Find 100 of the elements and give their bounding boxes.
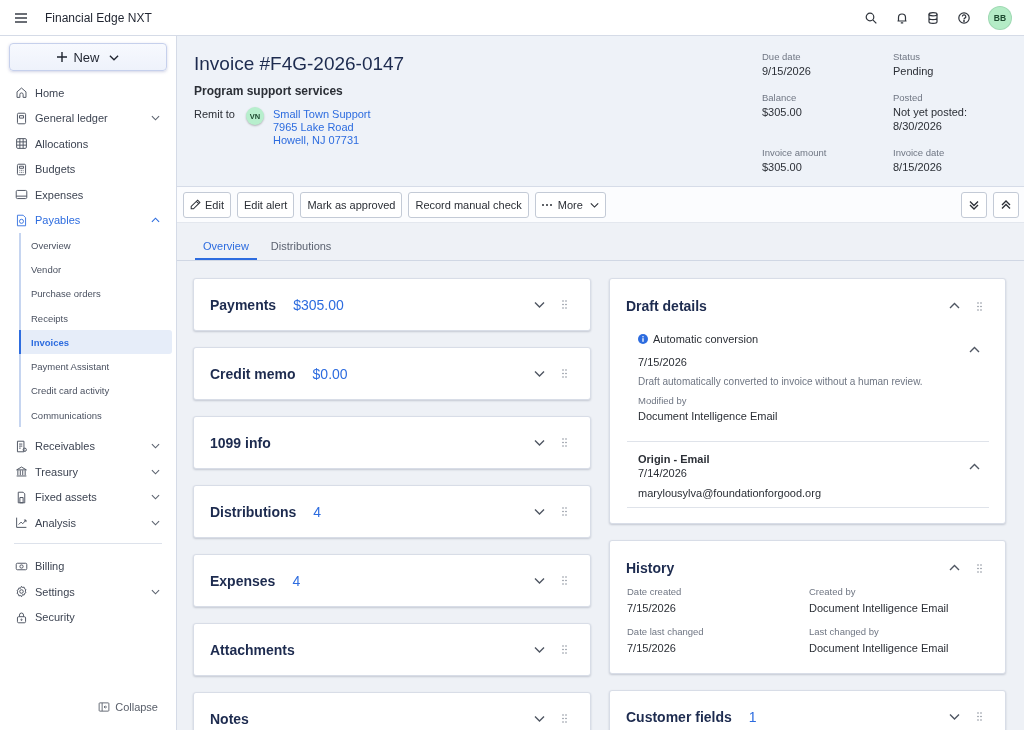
nav-item[interactable]: Home	[0, 80, 176, 106]
entry-date: 7/14/2026	[638, 466, 688, 480]
tab[interactable]: Overview	[195, 240, 257, 260]
card-value: 4	[313, 503, 322, 520]
sub-nav-item[interactable]: Overview	[19, 233, 172, 258]
pencil-icon	[190, 199, 201, 210]
card-title: 1099 info	[210, 434, 271, 451]
chevron-down-icon[interactable]	[949, 712, 960, 721]
caret-icon	[108, 53, 119, 61]
entry-label: Modified by	[638, 395, 688, 407]
lock-icon	[15, 610, 28, 624]
nav-item[interactable]: Security	[0, 604, 176, 630]
card-title: Distributions	[210, 503, 297, 520]
invoice-description: Program support services	[194, 83, 344, 100]
nav-item[interactable]: Payables	[0, 207, 176, 233]
field-value: Document Intelligence Email	[809, 601, 950, 615]
toolbar-button[interactable]: More	[534, 191, 606, 218]
chevron-down-icon[interactable]	[534, 576, 545, 585]
tab[interactable]: Distributions	[262, 240, 340, 260]
chevron-up-icon[interactable]	[949, 564, 960, 572]
chevron-down-icon[interactable]	[534, 714, 545, 723]
card-title: History	[626, 560, 675, 576]
field-label: Balance	[762, 91, 798, 104]
drag-handle-icon[interactable]	[562, 300, 567, 309]
grid-icon	[15, 137, 28, 151]
sub-nav-item[interactable]: Vendor	[19, 257, 172, 282]
chevron-down-icon[interactable]	[534, 438, 545, 447]
database-icon[interactable]	[927, 11, 939, 24]
field-label: Invoice date	[893, 146, 946, 159]
remit-label: Remit to	[194, 108, 235, 121]
entry-title: Automatic conversion	[653, 332, 759, 346]
menu-icon[interactable]	[15, 12, 27, 23]
nav-item[interactable]: Allocations	[0, 131, 176, 157]
chevron-up-icon[interactable]	[969, 463, 980, 471]
user-avatar[interactable]: BB	[989, 6, 1011, 29]
field-value: Document Intelligence Email	[809, 641, 950, 655]
nav-item[interactable]: Expenses	[0, 182, 176, 208]
home-icon	[15, 86, 28, 100]
entry-value: Document Intelligence Email	[638, 409, 779, 423]
bell-icon[interactable]	[896, 11, 908, 24]
bank-icon	[15, 465, 28, 479]
toolbar-button[interactable]: Record manual check	[408, 191, 529, 218]
nav-item[interactable]: Analysis	[0, 509, 176, 536]
toolbar-button[interactable]: Mark as approved	[300, 191, 403, 218]
sub-nav-item[interactable]: Credit card activity	[19, 378, 172, 404]
card-title: Notes	[210, 710, 249, 727]
card-title: Attachments	[210, 641, 295, 658]
search-icon[interactable]	[865, 11, 877, 24]
card-title: Credit memo	[210, 365, 296, 382]
chevron-down-icon[interactable]	[534, 369, 545, 378]
nav-item[interactable]: Budgets	[0, 156, 176, 182]
new-button[interactable]: New	[9, 43, 167, 71]
card-value: $0.00	[312, 365, 348, 382]
vendor-address-link[interactable]: Small Town Support 7965 Lake Road Howell, NJ 07731	[272, 108, 371, 147]
chevron-down-icon[interactable]	[534, 645, 545, 654]
drag-handle-icon[interactable]	[562, 369, 567, 378]
chevron-up-icon[interactable]	[969, 346, 980, 354]
sub-nav-item[interactable]: Communications	[19, 403, 172, 428]
document-icon	[15, 439, 28, 453]
nav-item[interactable]: Fixed assets	[0, 484, 176, 510]
drag-handle-icon[interactable]	[562, 507, 567, 516]
email-address: marylousylva@foundationforgood.org	[638, 486, 822, 500]
entry-date: 7/15/2026	[638, 355, 688, 369]
field-value: 7/15/2026	[627, 641, 677, 655]
sub-nav-item[interactable]: Purchase orders	[19, 281, 172, 306]
drag-handle-icon[interactable]	[977, 712, 982, 721]
sub-nav-item[interactable]: Invoices	[19, 330, 172, 355]
file-icon	[15, 490, 28, 504]
toolbar-button[interactable]: Edit alert	[236, 191, 295, 218]
help-icon[interactable]	[958, 11, 970, 24]
toolbar-button[interactable]: Edit	[183, 191, 231, 218]
app-title: Financial Edge NXT	[45, 10, 152, 25]
collapse-button[interactable]: Collapse	[98, 699, 158, 715]
field-value: 9/15/2026	[762, 64, 812, 78]
field-value: Not yet posted: 8/30/2026	[893, 105, 968, 133]
chevron-up-icon[interactable]	[949, 302, 960, 310]
nav-item[interactable]: Treasury	[0, 458, 176, 485]
card-title: Payments	[210, 296, 277, 313]
field-label: Created by	[809, 586, 857, 598]
expand-all-button[interactable]	[961, 191, 987, 218]
receipt-icon	[15, 213, 28, 227]
nav-item[interactable]: General ledger	[0, 105, 176, 131]
drag-handle-icon[interactable]	[562, 438, 567, 447]
nav-item[interactable]: Receivables	[0, 433, 176, 459]
drag-handle-icon[interactable]	[977, 301, 982, 311]
drag-handle-icon[interactable]	[562, 645, 567, 654]
chevron-down-icon[interactable]	[534, 507, 545, 516]
drag-handle-icon[interactable]	[562, 576, 567, 585]
chevron-down-icon[interactable]	[534, 300, 545, 309]
nav-item[interactable]: Settings	[0, 578, 176, 605]
settings-icon	[15, 585, 28, 599]
nav-item[interactable]: Billing	[0, 553, 176, 579]
drag-handle-icon[interactable]	[977, 563, 982, 573]
sub-nav-item[interactable]: Payment Assistant	[19, 354, 172, 379]
caret-icon	[589, 201, 599, 208]
drag-handle-icon[interactable]	[562, 714, 567, 723]
collapse-all-button[interactable]	[993, 191, 1019, 218]
chart-icon	[15, 516, 28, 530]
field-label: Due date	[762, 50, 802, 63]
calculator-icon	[15, 162, 28, 176]
